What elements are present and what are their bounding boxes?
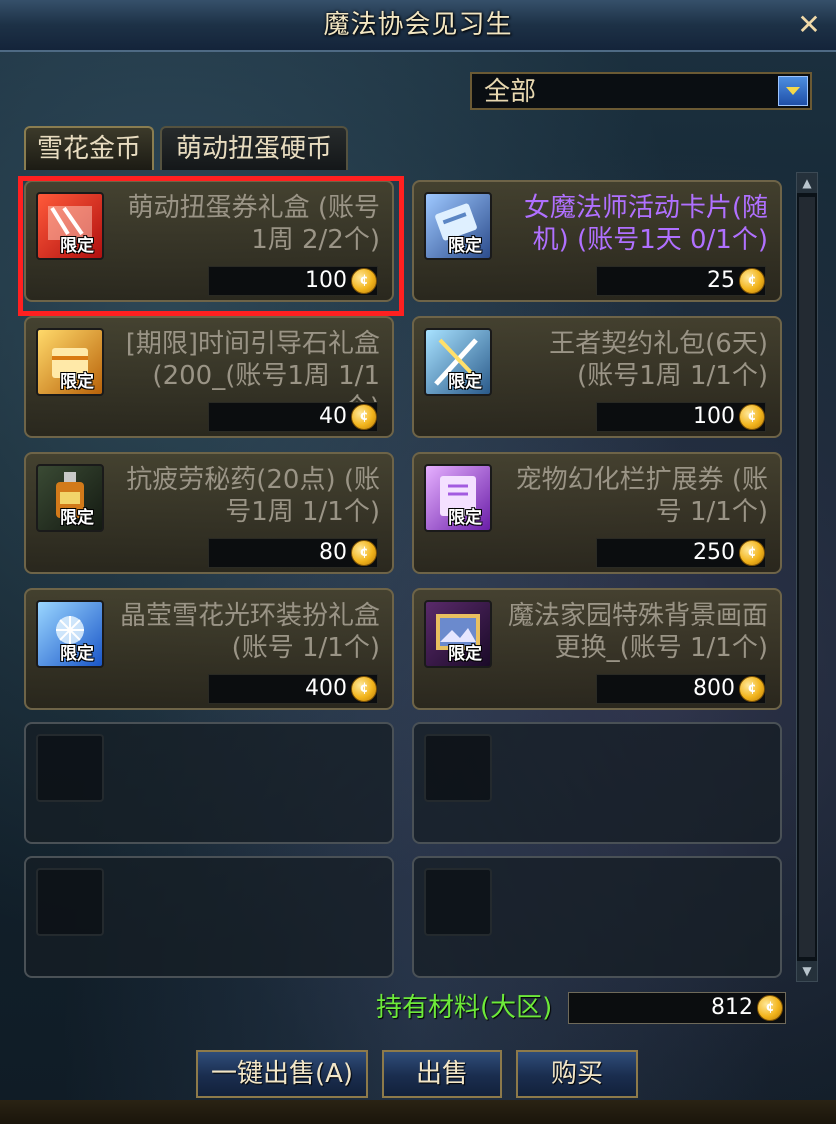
item-slot[interactable]: 限定 女魔法师活动卡片(随机) (账号1天 0/1个) 25 ¢: [412, 180, 782, 302]
price-value: 40: [319, 404, 347, 429]
coin-icon: ¢: [739, 676, 765, 702]
limited-badge: 限定: [448, 236, 482, 256]
item-slot[interactable]: 限定 王者契约礼包(6天) (账号1周 1/1个) 100 ¢: [412, 316, 782, 438]
holdings-amount: 812 ¢: [568, 992, 786, 1024]
filter-selected-value: 全部: [484, 77, 537, 107]
empty-item-slot[interactable]: [24, 722, 394, 844]
sell-all-button[interactable]: 一键出售(A): [196, 1050, 368, 1098]
empty-icon-placeholder: [36, 734, 104, 802]
limited-badge: 限定: [60, 644, 94, 664]
price-value: 250: [693, 540, 735, 565]
price-value: 80: [319, 540, 347, 565]
price-value: 25: [707, 268, 735, 293]
buy-button[interactable]: 购买: [516, 1050, 638, 1098]
empty-icon-placeholder: [424, 734, 492, 802]
holdings-label: 持有材料(大区): [376, 993, 553, 1023]
potion-bottle-icon: 限定: [36, 464, 104, 532]
scroll-down-arrow-icon[interactable]: ▼: [797, 961, 817, 981]
limited-badge: 限定: [60, 508, 94, 528]
purple-ticket-icon: 限定: [424, 464, 492, 532]
item-list-scrollbar[interactable]: ▲ ▼: [796, 172, 818, 982]
price-value: 100: [693, 404, 735, 429]
background-frame-icon: 限定: [424, 600, 492, 668]
item-slot[interactable]: 限定 宠物幻化栏扩展券 (账号 1/1个) 250 ¢: [412, 452, 782, 574]
item-price: 80 ¢: [208, 538, 378, 568]
scroll-thumb[interactable]: [799, 197, 815, 957]
category-filter-dropdown[interactable]: 全部: [470, 72, 812, 110]
item-slot[interactable]: 限定 抗疲劳秘药(20点) (账号1周 1/1个) 80 ¢: [24, 452, 394, 574]
item-name: 抗疲劳秘药(20点) (账号1周 1/1个): [126, 465, 380, 527]
empty-item-slot[interactable]: [412, 856, 782, 978]
chevron-down-icon[interactable]: [778, 76, 808, 106]
empty-icon-placeholder: [424, 868, 492, 936]
item-name: 宠物幻化栏扩展券 (账号 1/1个): [515, 465, 768, 527]
coin-icon: ¢: [351, 676, 377, 702]
coin-icon: ¢: [757, 995, 783, 1021]
blue-card-icon: 限定: [424, 192, 492, 260]
limited-badge: 限定: [448, 372, 482, 392]
title-bar[interactable]: 魔法协会见习生 ✕: [0, 0, 836, 52]
price-value: 800: [693, 676, 735, 701]
window-title: 魔法协会见习生: [323, 10, 513, 40]
item-price: 100 ¢: [596, 402, 766, 432]
tab-snowflake-coin[interactable]: 雪花金币: [24, 126, 154, 170]
close-button[interactable]: ✕: [794, 10, 824, 40]
empty-item-slot[interactable]: [24, 856, 394, 978]
empty-icon-placeholder: [36, 868, 104, 936]
item-price: 40 ¢: [208, 402, 378, 432]
coin-icon: ¢: [351, 404, 377, 430]
limited-badge: 限定: [60, 372, 94, 392]
item-price: 250 ¢: [596, 538, 766, 568]
coin-icon: ¢: [739, 540, 765, 566]
bottom-hud-strip: [0, 1100, 836, 1124]
snow-aura-box-icon: 限定: [36, 600, 104, 668]
item-price: 25 ¢: [596, 266, 766, 296]
coin-icon: ¢: [739, 404, 765, 430]
item-slot[interactable]: 限定 [期限]时间引导石礼盒(200_(账号1周 1/1个) 40 ¢: [24, 316, 394, 438]
limited-badge: 限定: [448, 644, 482, 664]
item-name: 王者契约礼包(6天) (账号1周 1/1个): [549, 329, 768, 391]
item-name: 魔法家园特殊背景画面更换_(账号 1/1个): [507, 601, 768, 663]
item-price: 400 ¢: [208, 674, 378, 704]
item-price: 800 ¢: [596, 674, 766, 704]
limited-badge: 限定: [448, 508, 482, 528]
tab-gacha-coin[interactable]: 萌动扭蛋硬币: [160, 126, 348, 170]
sell-button[interactable]: 出售: [382, 1050, 502, 1098]
item-name: 女魔法师活动卡片(随机) (账号1天 0/1个): [523, 193, 768, 255]
coin-icon: ¢: [739, 268, 765, 294]
scroll-up-arrow-icon[interactable]: ▲: [797, 173, 817, 193]
item-slot[interactable]: 限定 魔法家园特殊背景画面更换_(账号 1/1个) 800 ¢: [412, 588, 782, 710]
gold-box-icon: 限定: [36, 328, 104, 396]
item-name: 晶莹雪花光环装扮礼盒 (账号 1/1个): [119, 601, 380, 663]
price-value: 400: [305, 676, 347, 701]
sword-contract-icon: 限定: [424, 328, 492, 396]
coin-icon: ¢: [351, 540, 377, 566]
holdings-value: 812: [711, 995, 753, 1020]
item-slot[interactable]: 限定 晶莹雪花光环装扮礼盒 (账号 1/1个) 400 ¢: [24, 588, 394, 710]
empty-item-slot[interactable]: [412, 722, 782, 844]
selection-highlight: [18, 176, 404, 316]
